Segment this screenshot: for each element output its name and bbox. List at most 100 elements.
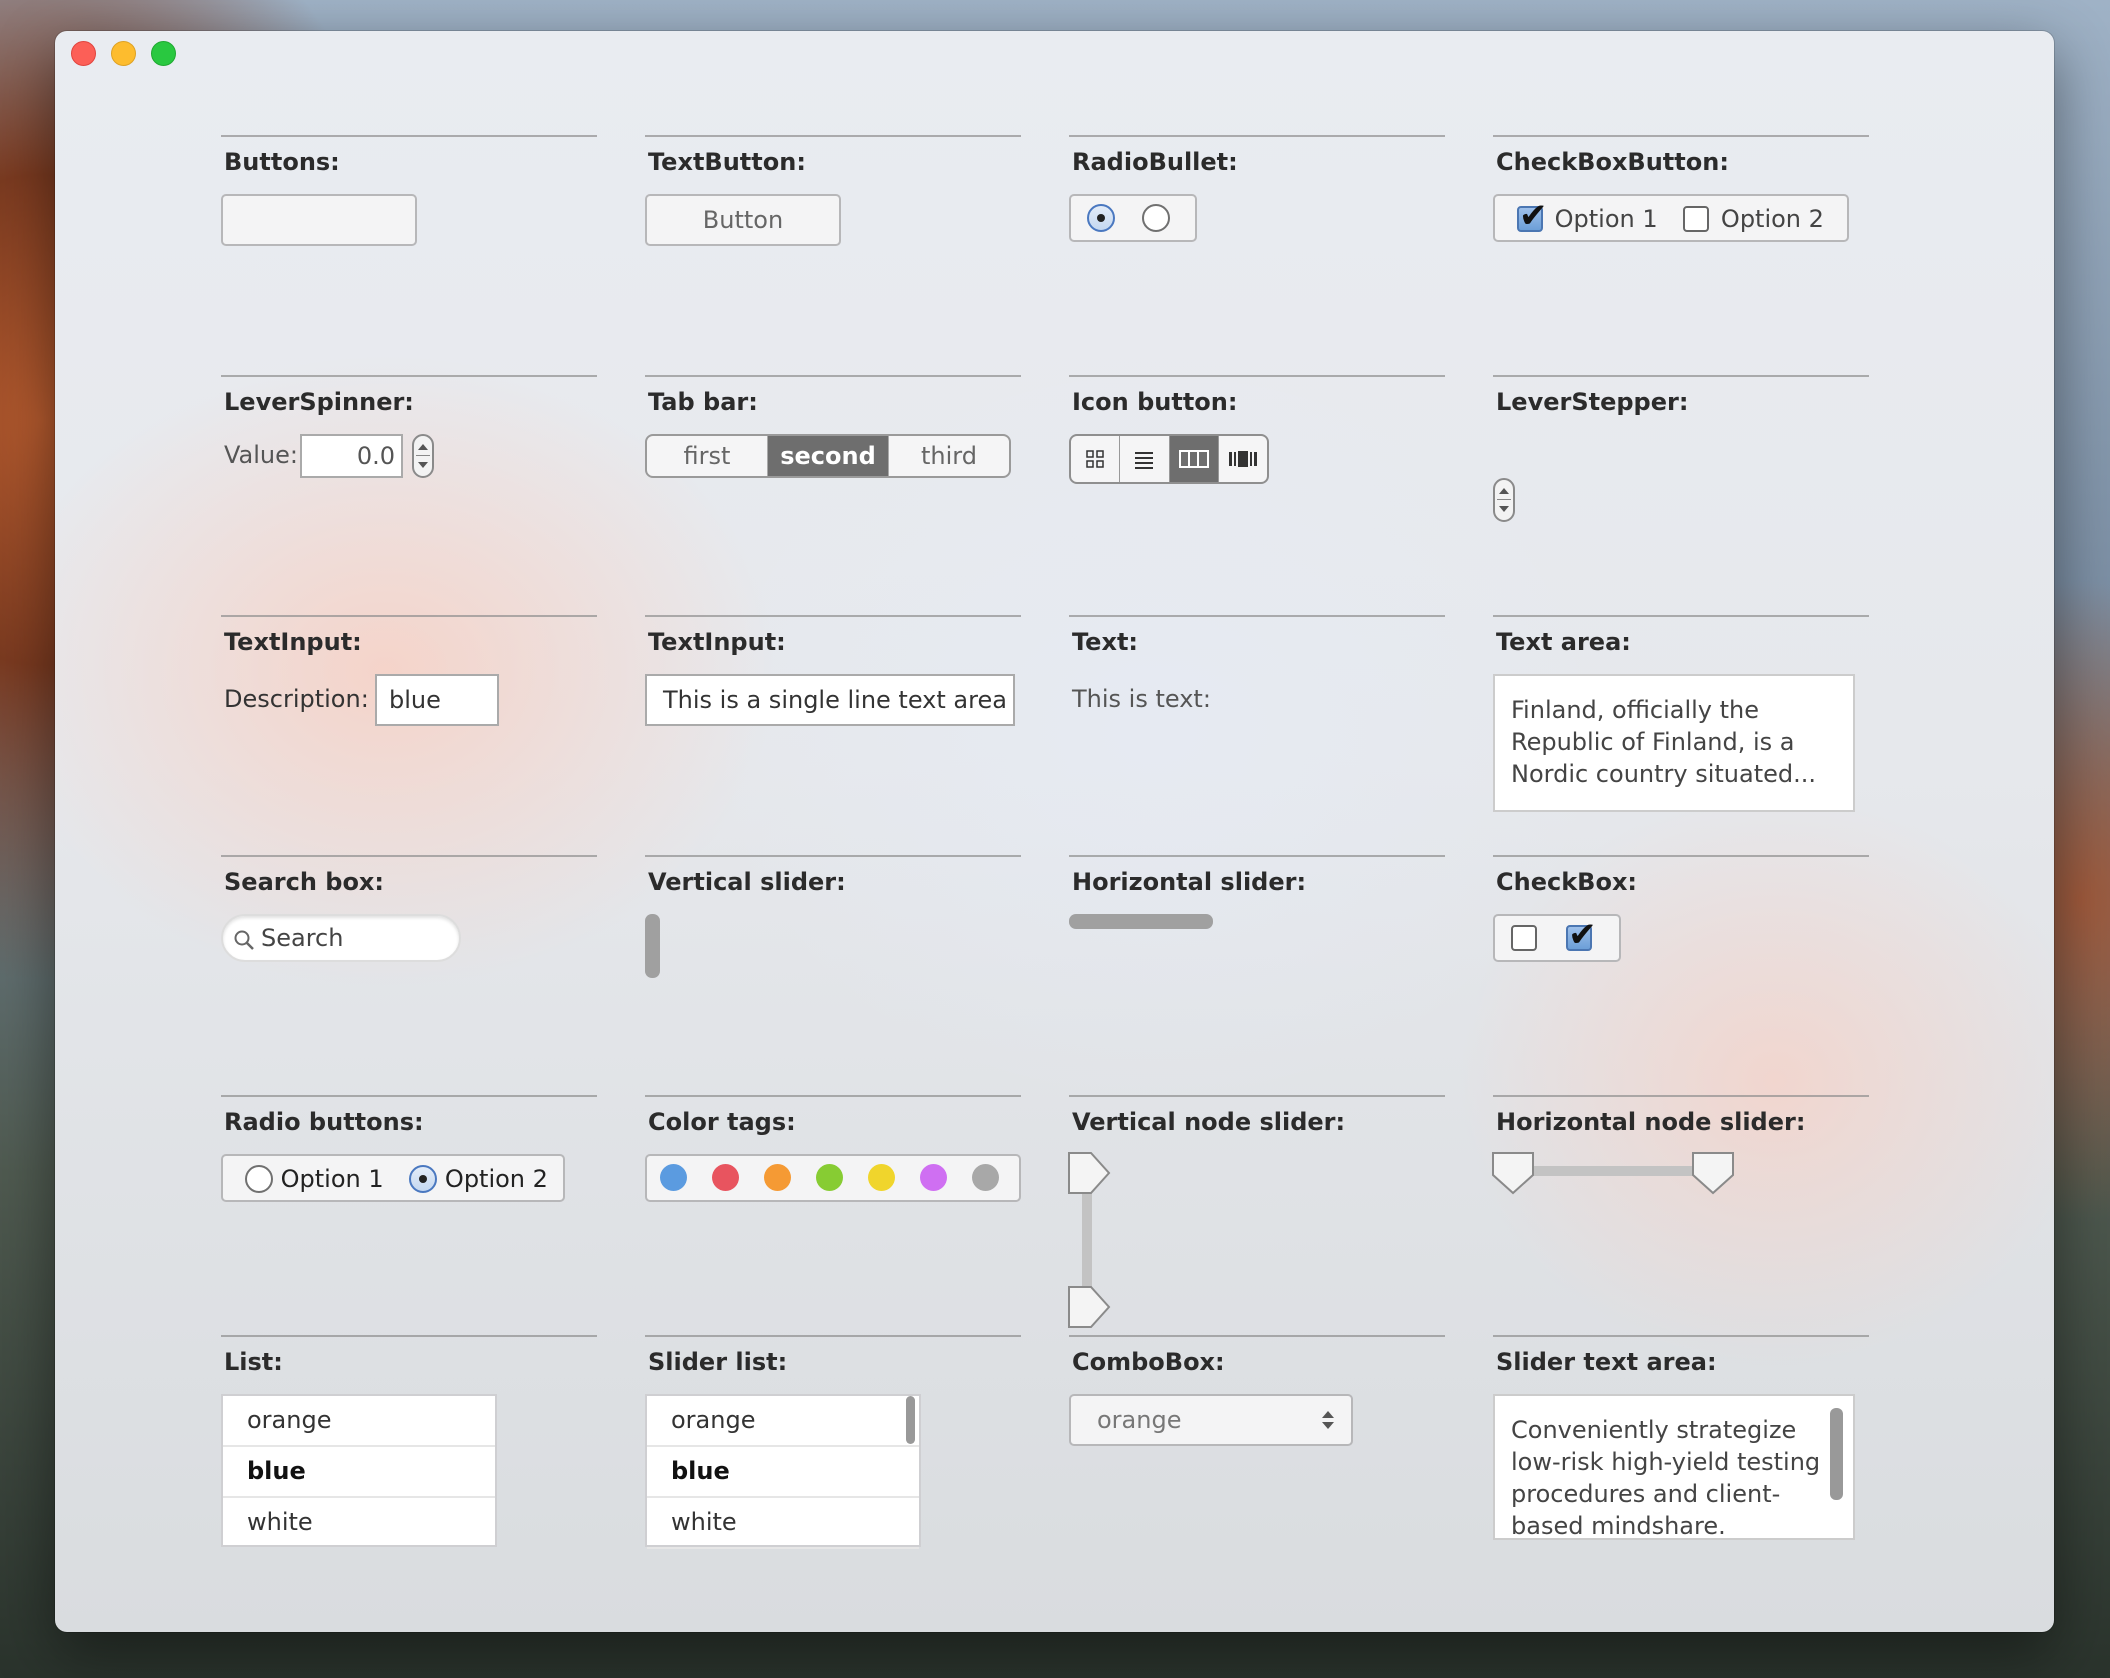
- section-title: Radio buttons:: [224, 1108, 424, 1136]
- checkbox-unchecked[interactable]: [1511, 925, 1537, 951]
- section-title: Color tags:: [648, 1108, 796, 1136]
- vertical-slider-section: Vertical slider:: [645, 855, 1021, 896]
- list-item[interactable]: orange: [647, 1396, 919, 1447]
- radio-bullet-section: RadioBullet:: [1069, 135, 1445, 176]
- vertical-slider[interactable]: [645, 914, 660, 978]
- close-window-button[interactable]: [71, 41, 96, 66]
- section-title: TextButton:: [648, 148, 806, 176]
- tab-bar-section: Tab bar:: [645, 375, 1021, 416]
- option1-label[interactable]: Option 1: [1555, 205, 1658, 233]
- list-item[interactable]: blue: [223, 1447, 495, 1498]
- text-button-section: TextButton:: [645, 135, 1021, 176]
- single-line-input[interactable]: This is a single line text area: [645, 674, 1015, 726]
- color-tag-6[interactable]: [920, 1164, 947, 1191]
- option2-label[interactable]: Option 2: [1721, 205, 1824, 233]
- grid-icon: [1086, 450, 1104, 468]
- radio-bullet-2[interactable]: [1142, 204, 1171, 232]
- horizontal-node-handle-left[interactable]: [1492, 1152, 1534, 1195]
- checkbox-button-group: Option 1 Option 2: [1493, 194, 1849, 242]
- vertical-node-handle-top[interactable]: [1068, 1152, 1111, 1194]
- tab-bar: first second third: [645, 434, 1011, 478]
- vertical-node-handle-bottom[interactable]: [1068, 1286, 1111, 1328]
- slider-text-area[interactable]: Conveniently strategize low-risk high-yi…: [1493, 1394, 1855, 1540]
- icon-button-section: Icon button:: [1069, 375, 1445, 416]
- text-area[interactable]: Finland, officially the Republic of Finl…: [1493, 674, 1855, 812]
- radio-bullet-1[interactable]: [1087, 204, 1115, 232]
- radio-option-2-label[interactable]: Option 2: [445, 1165, 548, 1193]
- section-title: LeverStepper:: [1496, 388, 1689, 416]
- section-title: Tab bar:: [648, 388, 758, 416]
- coverflow-view-button[interactable]: [1219, 436, 1267, 482]
- option2-checkbox[interactable]: [1683, 206, 1710, 232]
- text-button[interactable]: Button: [645, 194, 841, 246]
- color-tag-7[interactable]: [972, 1164, 999, 1191]
- value-label: Value:: [224, 441, 298, 469]
- text-area-line: Finland, officially the: [1511, 696, 1760, 724]
- section-title: Slider text area:: [1496, 1348, 1717, 1376]
- section-title: TextInput:: [648, 628, 786, 656]
- list-section: List:: [221, 1335, 597, 1376]
- lever-stepper[interactable]: [1493, 478, 1515, 522]
- list-scrollbar[interactable]: [906, 1396, 915, 1444]
- combobox[interactable]: orange: [1069, 1394, 1353, 1446]
- description-input[interactable]: blue: [375, 674, 499, 726]
- search-box-section: Search box:: [221, 855, 597, 896]
- color-tag-4[interactable]: [816, 1164, 843, 1191]
- section-title: CheckBox:: [1496, 868, 1638, 896]
- search-placeholder: Search: [261, 924, 344, 952]
- list-item[interactable]: white: [647, 1498, 919, 1549]
- section-title: ComboBox:: [1072, 1348, 1225, 1376]
- radio-option-2[interactable]: [409, 1165, 438, 1193]
- text-area-line: low-risk high-yield testing: [1511, 1448, 1821, 1476]
- tab-first[interactable]: first: [647, 436, 768, 476]
- column-view-button[interactable]: [1169, 436, 1219, 482]
- section-title: Text:: [1072, 628, 1139, 656]
- radio-option-1[interactable]: [245, 1165, 273, 1193]
- grid-view-button[interactable]: [1071, 436, 1121, 482]
- list-item[interactable]: blue: [647, 1447, 919, 1498]
- list-view-button[interactable]: [1120, 436, 1170, 482]
- up-down-arrows-icon: [1322, 1411, 1334, 1429]
- spinner-stepper[interactable]: [412, 434, 434, 478]
- horizontal-node-slider-section: Horizontal node slider:: [1493, 1095, 1869, 1136]
- minimize-window-button[interactable]: [111, 41, 136, 66]
- icon-button-bar: [1069, 434, 1269, 484]
- horizontal-node-handle-right[interactable]: [1692, 1152, 1734, 1195]
- color-tag-3[interactable]: [764, 1164, 791, 1191]
- section-title: Buttons:: [224, 148, 340, 176]
- color-tag-5[interactable]: [868, 1164, 895, 1191]
- horizontal-node-slider[interactable]: [1491, 1151, 1741, 1211]
- radio-option-1-label[interactable]: Option 1: [281, 1165, 384, 1193]
- columns-icon: [1178, 450, 1209, 468]
- tab-second[interactable]: second: [768, 436, 889, 476]
- vertical-node-slider[interactable]: [1067, 1151, 1117, 1329]
- text-area-scrollbar[interactable]: [1830, 1408, 1843, 1500]
- text-input-2-section: TextInput:: [645, 615, 1021, 656]
- list-item[interactable]: white: [223, 1498, 495, 1547]
- text-area-line: Republic of Finland, is a: [1511, 728, 1795, 756]
- lever-spinner-section: LeverSpinner:: [221, 375, 597, 416]
- section-title: CheckBoxButton:: [1496, 148, 1729, 176]
- section-title: TextInput:: [224, 628, 362, 656]
- text-area-line: procedures and client-: [1511, 1480, 1781, 1508]
- coverflow-icon: [1228, 451, 1257, 467]
- horizontal-slider[interactable]: [1069, 914, 1213, 929]
- color-tag-1[interactable]: [660, 1164, 687, 1191]
- app-window: Buttons: TextButton: Button RadioBullet:…: [55, 31, 2054, 1632]
- vertical-node-slider-section: Vertical node slider:: [1069, 1095, 1445, 1136]
- list-item[interactable]: orange: [223, 1396, 495, 1447]
- color-tag-2[interactable]: [712, 1164, 739, 1191]
- option1-checkbox[interactable]: [1517, 196, 1548, 236]
- section-title: Search box:: [224, 868, 385, 896]
- maximize-window-button[interactable]: [151, 41, 176, 66]
- buttons-section: Buttons:: [221, 135, 597, 176]
- spinner-value-field[interactable]: 0.0: [300, 434, 403, 478]
- section-title: Horizontal slider:: [1072, 868, 1307, 896]
- empty-button[interactable]: [221, 194, 417, 246]
- text-area-section: Text area:: [1493, 615, 1869, 656]
- search-box[interactable]: Search: [221, 914, 461, 962]
- checkbox-checked[interactable]: [1566, 915, 1597, 955]
- radio-bullet-group: [1069, 194, 1197, 242]
- list-icon: [1135, 452, 1154, 469]
- tab-third[interactable]: third: [889, 436, 1009, 476]
